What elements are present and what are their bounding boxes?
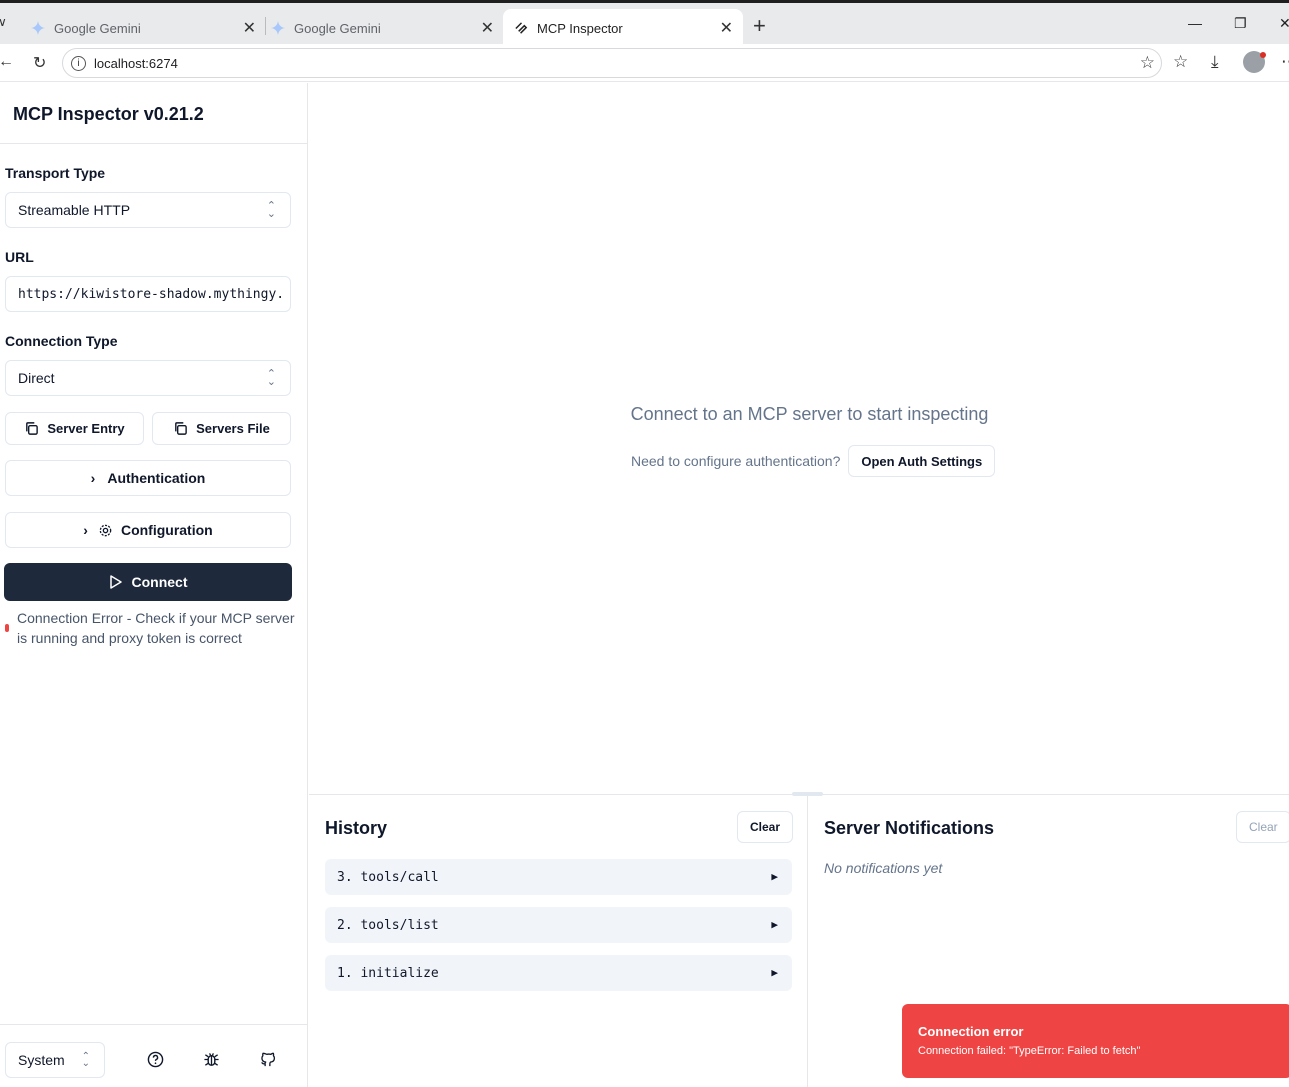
history-clear-button[interactable]: Clear [737, 811, 794, 843]
history-title: History [325, 818, 388, 838]
server-entry-label: Server Entry [47, 421, 125, 436]
window-close-icon[interactable]: ✕ [1279, 15, 1289, 32]
chevron-right-icon: › [90, 470, 96, 486]
server-entry-button[interactable]: Server Entry [5, 412, 144, 445]
download-icon[interactable]: ⤓ [1211, 52, 1219, 72]
url-text: localhost:6274 [94, 55, 178, 71]
authentication-label: Authentication [107, 470, 206, 486]
reload-icon[interactable]: ↻ [33, 53, 46, 73]
toast-title: Connection error [918, 1024, 1024, 1039]
configuration-label: Configuration [120, 522, 213, 538]
address-bar: ← ↻ i localhost:6274 ☆ ☆ ⤓ ⋯ [0, 44, 1289, 82]
minimize-icon[interactable]: — [1188, 15, 1202, 31]
github-icon[interactable] [257, 1049, 277, 1069]
tab-title: MCP Inspector [537, 20, 623, 36]
bookmark-star-icon[interactable]: ☆ [1140, 53, 1155, 73]
browser-tab-strip: ∨ Google Gemini ✕ Google Gemini ✕ MCP In… [0, 0, 1289, 47]
copy-icon [24, 421, 39, 436]
transport-type-select[interactable]: Streamable HTTP ⌃ ⌄ [5, 192, 291, 228]
notifications-title: Server Notifications [824, 818, 995, 838]
no-notifications-text: No notifications yet [824, 860, 943, 876]
site-info-icon[interactable]: i [71, 55, 86, 71]
new-tab-icon[interactable]: + [753, 13, 766, 39]
error-toast[interactable]: Connection error Connection failed: "Typ… [902, 1004, 1289, 1078]
copy-icon [173, 421, 188, 436]
theme-value: System [18, 1052, 65, 1068]
connect-button[interactable]: Connect [4, 563, 292, 601]
toast-description: Connection failed: "TypeError: Failed to… [918, 1045, 1141, 1057]
connection-type-label: Connection Type [5, 333, 118, 349]
connection-type-select[interactable]: Direct ⌃ ⌄ [5, 360, 291, 396]
auth-question: Need to configure authentication? [631, 453, 841, 469]
notification-dot [1260, 52, 1266, 58]
help-icon[interactable] [145, 1049, 165, 1069]
tab-title: Google Gemini [294, 20, 381, 36]
history-item-label: 3. tools/call [337, 869, 439, 885]
servers-file-button[interactable]: Servers File [152, 412, 291, 445]
url-field[interactable]: https://kiwistore-shadow.mythingy. [5, 276, 291, 312]
url-label: URL [5, 249, 34, 265]
chevron-right-icon: › [83, 522, 88, 538]
favorites-icon[interactable]: ☆ [1173, 52, 1188, 72]
history-item[interactable]: 3. tools/call ▶ [325, 859, 792, 895]
configuration-button[interactable]: › Configuration [5, 512, 291, 548]
panel-divider-vertical [807, 795, 808, 1087]
close-icon[interactable]: ✕ [720, 18, 733, 38]
play-icon [109, 575, 122, 589]
close-icon[interactable]: ✕ [243, 18, 256, 38]
tab-title: Google Gemini [54, 20, 141, 36]
history-item[interactable]: 2. tools/list ▶ [325, 907, 792, 943]
history-item-label: 2. tools/list [337, 917, 439, 933]
gemini-icon [270, 20, 286, 36]
browser-tab[interactable]: Google Gemini ✕ [270, 9, 500, 47]
sidebar: MCP Inspector v0.21.2 Transport Type Str… [0, 83, 308, 1087]
connection-type-value: Direct [18, 370, 55, 386]
connection-error-text: Connection Error - Check if your MCP ser… [17, 610, 295, 646]
divider [0, 1024, 307, 1025]
chevron-updown-icon: ⌃ ⌄ [266, 200, 276, 220]
more-icon[interactable]: ⋯ [1281, 52, 1289, 72]
expand-arrow-icon: ▶ [771, 966, 778, 979]
restore-icon[interactable]: ❐ [1234, 15, 1247, 32]
tab-search-icon[interactable]: ∨ [0, 15, 7, 29]
connect-label: Connect [131, 574, 188, 590]
history-item-label: 1. initialize [337, 965, 439, 981]
transport-type-label: Transport Type [5, 165, 106, 181]
browser-tab[interactable]: Google Gemini ✕ [30, 9, 260, 47]
expand-arrow-icon: ▶ [771, 918, 778, 931]
back-icon[interactable]: ← [0, 53, 14, 71]
theme-select[interactable]: System ⌃ ⌄ [5, 1042, 105, 1078]
chevron-updown-icon: ⌃ ⌄ [81, 1051, 90, 1069]
gear-icon [98, 523, 113, 538]
error-indicator [5, 624, 9, 632]
url-input[interactable]: i localhost:6274 ☆ [62, 48, 1162, 78]
auth-prompt: Need to configure authentication? Open A… [631, 445, 996, 477]
tab-separator [265, 17, 266, 35]
open-auth-settings-button[interactable]: Open Auth Settings [848, 445, 996, 477]
chevron-updown-icon: ⌃ ⌄ [266, 368, 276, 388]
history-item[interactable]: 1. initialize ▶ [325, 955, 792, 991]
servers-file-label: Servers File [196, 421, 270, 436]
empty-state-message: Connect to an MCP server to start inspec… [630, 404, 989, 424]
gemini-icon [30, 20, 46, 36]
mcp-icon [513, 20, 529, 36]
expand-arrow-icon: ▶ [771, 870, 778, 883]
authentication-button[interactable]: › Authentication [5, 460, 291, 496]
notifications-clear-button[interactable]: Clear [1236, 811, 1289, 843]
close-icon[interactable]: ✕ [481, 18, 494, 38]
browser-tab-active[interactable]: MCP Inspector ✕ [503, 9, 743, 47]
bug-icon[interactable] [201, 1049, 221, 1069]
transport-type-value: Streamable HTTP [18, 202, 131, 218]
divider [0, 143, 307, 144]
app-title: MCP Inspector v0.21.2 [13, 104, 204, 124]
